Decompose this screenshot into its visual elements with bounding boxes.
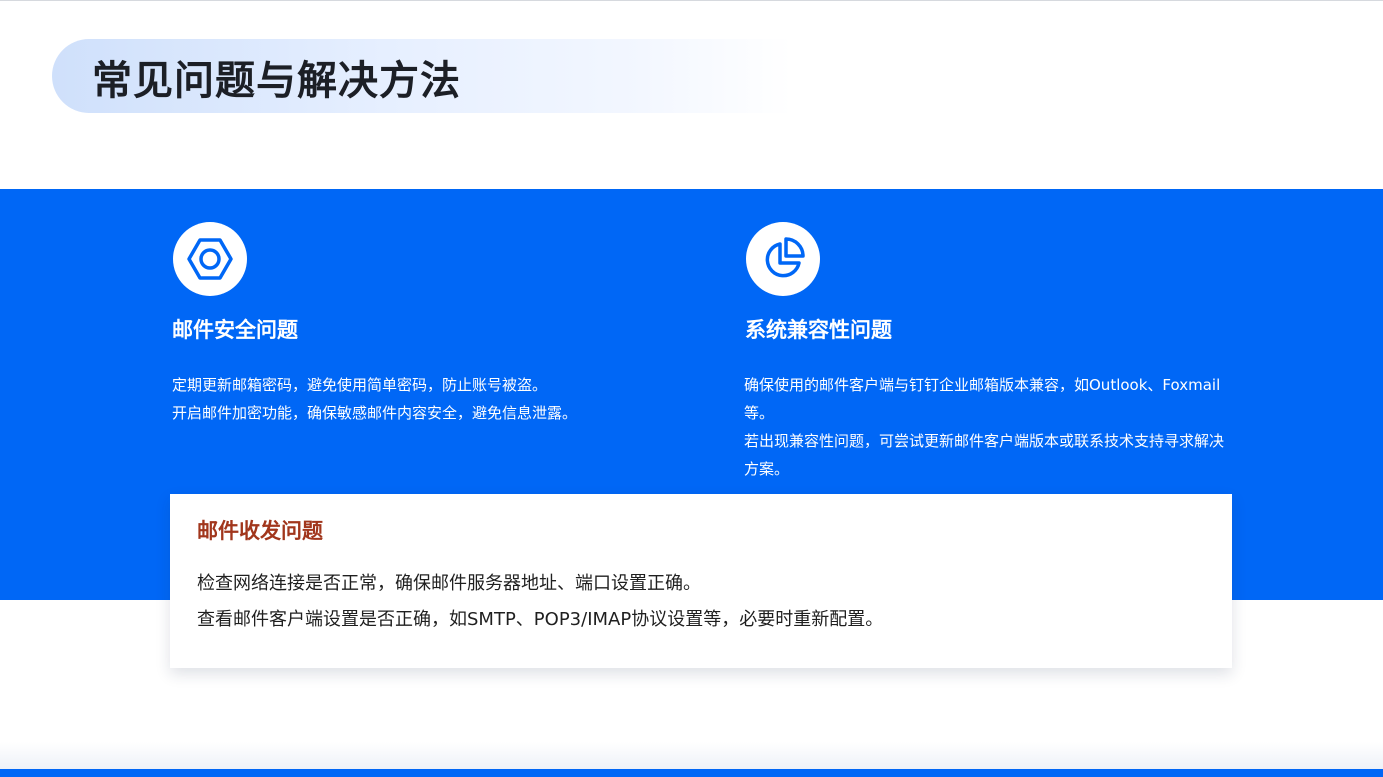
mail-delivery-panel: 邮件收发问题 检查网络连接是否正常，确保邮件服务器地址、端口设置正确。 查看邮件… <box>170 494 1232 668</box>
panel-line: 查看邮件客户端设置是否正确，如SMTP、POP3/IMAP协议设置等，必要时重新… <box>197 609 884 630</box>
panel-text: 检查网络连接是否正常，确保邮件服务器地址、端口设置正确。 查看邮件客户端设置是否… <box>197 566 883 638</box>
pie-chart-icon <box>765 237 805 278</box>
card-security-icon-badge <box>173 222 247 296</box>
page-title: 常见问题与解决方法 <box>92 58 461 104</box>
bottom-accent-bar <box>0 769 1383 777</box>
hexagon-nut-icon <box>187 238 233 280</box>
panel-line: 检查网络连接是否正常，确保邮件服务器地址、端口设置正确。 <box>197 573 701 594</box>
card-compat-text: 确保使用的邮件客户端与钉钉企业邮箱版本兼容，如Outlook、Foxmail等。… <box>744 371 1236 483</box>
card-security-line: 定期更新邮箱密码，避免使用简单密码，防止账号被盗。 <box>172 376 548 394</box>
card-compat-line: 确保使用的邮件客户端与钉钉企业邮箱版本兼容，如Outlook、Foxmail等。 <box>744 376 1221 422</box>
card-security-line: 开启邮件加密功能，确保敏感邮件内容安全，避免信息泄露。 <box>172 404 578 422</box>
bottom-fade <box>0 742 1383 769</box>
card-compat-title: 系统兼容性问题 <box>745 318 892 342</box>
card-compat-icon-badge <box>746 222 820 296</box>
card-security-title: 邮件安全问题 <box>172 318 298 342</box>
card-security-text: 定期更新邮箱密码，避免使用简单密码，防止账号被盗。 开启邮件加密功能，确保敏感邮… <box>172 371 652 427</box>
top-divider <box>0 0 1383 1</box>
panel-title: 邮件收发问题 <box>197 519 323 543</box>
card-compat-line: 若出现兼容性问题，可尝试更新邮件客户端版本或联系技术支持寻求解决方案。 <box>744 432 1225 478</box>
